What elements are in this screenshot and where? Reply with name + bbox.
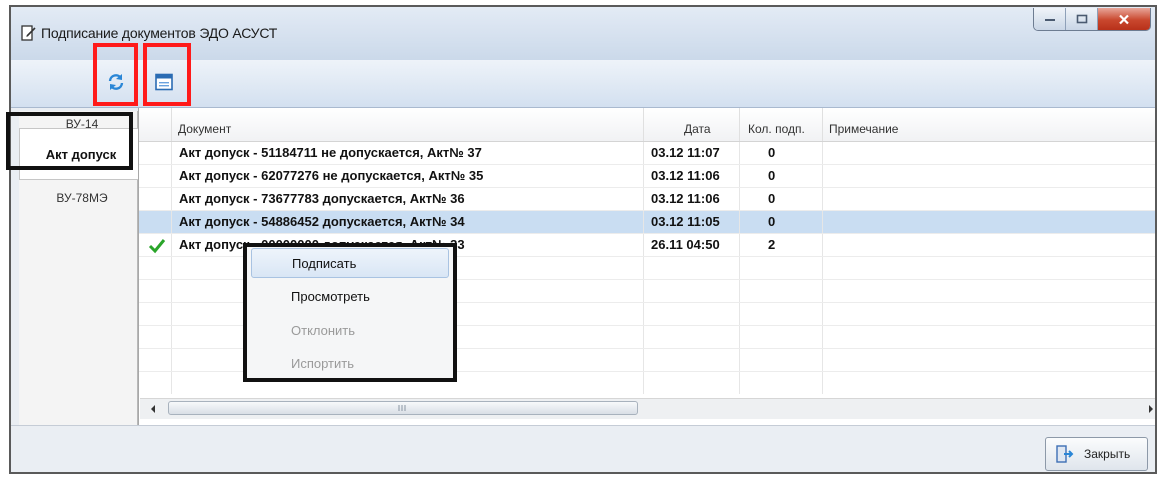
note-cell — [823, 165, 1155, 187]
status-cell — [139, 234, 172, 256]
table-row[interactable]: Акт допуск - 73677783 допускается, Акт№ … — [139, 188, 1155, 211]
document-cell: Акт допуск - 51184711 не допускается, Ак… — [172, 142, 644, 164]
signatures-cell: 2 — [740, 234, 823, 256]
document-cell: Акт допуск - 62077276 не допускается, Ак… — [172, 165, 644, 187]
empty-cell — [139, 303, 172, 325]
scrollbar-thumb[interactable] — [168, 401, 638, 415]
signatures-cell: 0 — [740, 165, 823, 187]
horizontal-scrollbar[interactable] — [140, 398, 1156, 419]
signatures-cell: 0 — [740, 211, 823, 233]
empty-cell — [740, 372, 823, 394]
maximize-icon — [1076, 14, 1087, 24]
empty-cell — [644, 349, 740, 371]
date-cell: 03.12 11:06 — [644, 165, 740, 187]
status-cell — [139, 142, 172, 164]
empty-cell — [139, 280, 172, 302]
window-close-button[interactable] — [1098, 8, 1150, 30]
status-cell — [139, 165, 172, 187]
empty-cell — [740, 349, 823, 371]
header-date[interactable]: Дата — [644, 108, 740, 141]
minimize-button[interactable] — [1034, 8, 1066, 30]
window-controls — [1033, 8, 1151, 31]
signatures-cell: 0 — [740, 142, 823, 164]
date-cell: 03.12 11:05 — [644, 211, 740, 233]
header-status — [139, 108, 172, 141]
menu-item-reject: Отклонить — [291, 323, 356, 338]
window-title: Подписание документов ЭДО АСУСТ — [41, 25, 278, 41]
checkmark-icon — [148, 239, 166, 254]
note-cell — [823, 211, 1155, 233]
context-menu: Подписать Просмотреть Отклонить Испортит… — [243, 243, 457, 382]
refresh-highlight-frame — [93, 43, 138, 106]
table-row[interactable]: Акт допуск - 51184711 не допускается, Ак… — [139, 142, 1155, 165]
note-cell — [823, 234, 1155, 256]
tab-highlight-frame — [6, 112, 133, 170]
empty-cell — [139, 257, 172, 279]
date-cell: 03.12 11:07 — [644, 142, 740, 164]
empty-cell — [644, 326, 740, 348]
status-cell — [139, 188, 172, 210]
empty-cell — [740, 257, 823, 279]
minimize-icon — [1044, 19, 1055, 21]
menu-item-spoil: Испортить — [291, 356, 355, 371]
tab-vu-78me[interactable]: ВУ-78МЭ — [27, 191, 137, 205]
empty-cell — [644, 280, 740, 302]
maximize-button[interactable] — [1066, 8, 1098, 30]
empty-cell — [644, 303, 740, 325]
menu-item-view[interactable]: Просмотреть — [251, 282, 449, 312]
empty-cell — [139, 326, 172, 348]
empty-cell — [139, 372, 172, 394]
calendar-highlight-frame — [143, 43, 191, 106]
status-cell — [139, 211, 172, 233]
empty-cell — [644, 372, 740, 394]
close-button[interactable]: Закрыть — [1045, 437, 1148, 471]
close-button-label: Закрыть — [1084, 447, 1131, 461]
empty-cell — [644, 257, 740, 279]
grid-header: Документ Дата Кол. подп. Примечание — [139, 108, 1155, 142]
scroll-right-icon[interactable] — [1146, 404, 1156, 414]
date-cell: 26.11 04:50 — [644, 234, 740, 256]
table-row-selected[interactable]: Акт допуск - 54886452 допускается, Акт№ … — [139, 211, 1155, 234]
grip-icon — [398, 405, 406, 411]
document-sign-icon — [21, 25, 36, 41]
table-row[interactable]: Акт допуск - 62077276 не допускается, Ак… — [139, 165, 1155, 188]
menu-item-sign[interactable]: Подписать — [251, 248, 449, 278]
scroll-left-icon[interactable] — [148, 404, 158, 414]
exit-door-icon — [1056, 445, 1074, 463]
empty-cell — [740, 303, 823, 325]
signatures-cell: 0 — [740, 188, 823, 210]
document-cell: Акт допуск - 73677783 допускается, Акт№ … — [172, 188, 644, 210]
date-cell: 03.12 11:06 — [644, 188, 740, 210]
note-cell — [823, 142, 1155, 164]
empty-cell — [740, 326, 823, 348]
note-cell — [823, 188, 1155, 210]
close-icon — [1119, 14, 1129, 24]
document-cell: Акт допуск - 54886452 допускается, Акт№ … — [172, 211, 644, 233]
empty-cell — [740, 280, 823, 302]
header-note[interactable]: Примечание — [823, 108, 1155, 141]
bottom-panel: Закрыть — [11, 425, 1155, 472]
header-document[interactable]: Документ — [172, 108, 644, 141]
empty-cell — [139, 349, 172, 371]
header-signatures[interactable]: Кол. подп. — [740, 108, 823, 141]
